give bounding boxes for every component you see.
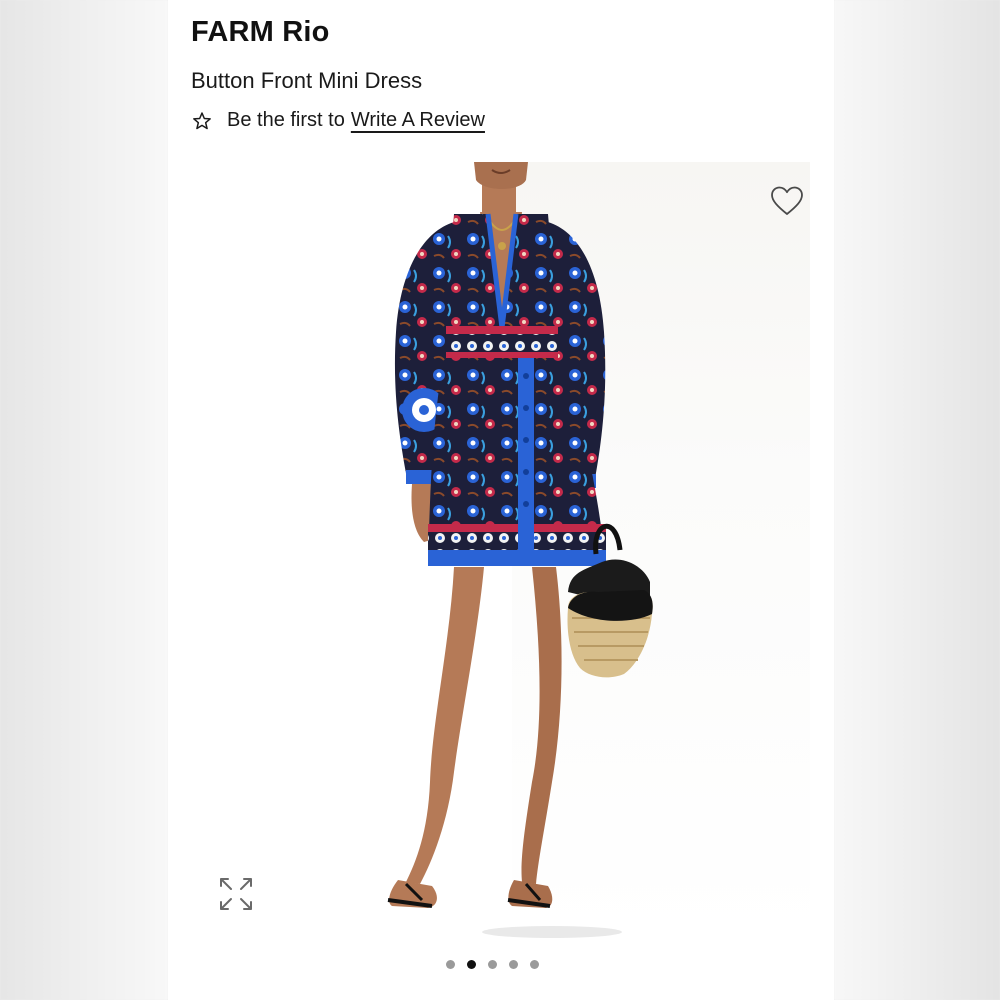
heart-icon[interactable]: [770, 185, 804, 217]
review-prompt: Be the first to: [227, 109, 345, 131]
carousel-dot-1[interactable]: [446, 960, 455, 969]
carousel-dot-4[interactable]: [509, 960, 518, 969]
star-icon: [193, 111, 211, 129]
carousel-dot-2[interactable]: [467, 960, 476, 969]
write-review-link[interactable]: Write A Review: [351, 109, 485, 132]
product-page: FARM Rio Button Front Mini Dress Be the …: [168, 0, 834, 1000]
blurred-backdrop-right: [834, 0, 1000, 1000]
blurred-backdrop-left: [0, 0, 168, 1000]
product-image[interactable]: [192, 162, 810, 942]
brand-name[interactable]: FARM Rio: [191, 16, 330, 49]
carousel-dot-3[interactable]: [488, 960, 497, 969]
review-row: Be the first to Write A Review: [192, 109, 485, 132]
product-title: Button Front Mini Dress: [191, 68, 423, 93]
expand-icon[interactable]: [218, 876, 254, 912]
carousel-dots: [446, 960, 539, 969]
carousel-dot-5[interactable]: [530, 960, 539, 969]
model-photo: [387, 162, 653, 938]
